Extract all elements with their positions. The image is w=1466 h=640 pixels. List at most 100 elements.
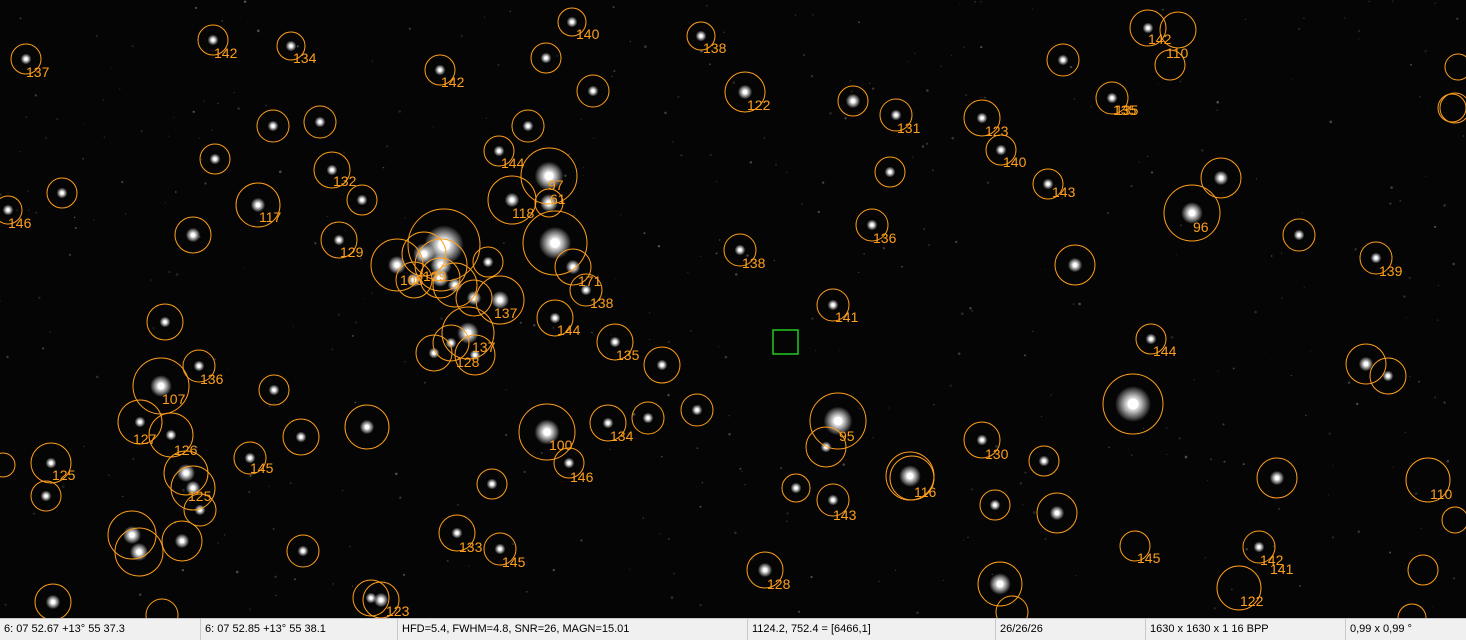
star-core (138, 420, 142, 424)
noise-dot (408, 27, 412, 30)
noise-dot (967, 536, 969, 539)
annotation-label: 61 (550, 191, 566, 207)
star-core (699, 34, 703, 38)
noise-dot (921, 145, 925, 148)
noise-dot (724, 355, 728, 359)
noise-dot (844, 117, 847, 120)
annotation-label: 128 (456, 354, 480, 370)
noise-dot (348, 545, 351, 548)
noise-dot (107, 474, 110, 477)
noise-dot (533, 324, 536, 327)
star-field-canvas[interactable]: 137142 134142140138122131 1231401351421101… (0, 0, 1466, 618)
noise-dot (1433, 225, 1437, 229)
noise-dot (371, 60, 373, 62)
annotation-circle (1439, 92, 1466, 124)
star-core (613, 340, 617, 344)
annotation-circle (1444, 53, 1466, 81)
annotation-label: 129 (340, 244, 364, 260)
star-core (60, 191, 64, 195)
noise-dot (811, 317, 814, 320)
annotation-label: 117 (259, 209, 282, 225)
star-core (831, 498, 835, 502)
star-core (486, 260, 490, 264)
noise-dot (564, 174, 567, 177)
noise-dot (1204, 557, 1206, 559)
annotation-label: 135 (1115, 102, 1139, 118)
noise-dot (398, 110, 401, 113)
noise-dot (527, 154, 529, 156)
noise-dot (1436, 319, 1439, 321)
noise-dot (460, 34, 463, 38)
noise-dot (35, 211, 38, 214)
noise-dot (842, 463, 846, 466)
noise-dot (1391, 0, 1394, 2)
noise-dot (395, 472, 398, 476)
annotation-label: 118 (512, 205, 535, 221)
noise-dot (709, 63, 711, 66)
noise-dot (552, 326, 555, 329)
noise-dot (404, 361, 406, 363)
noise-dot (274, 575, 277, 578)
noise-dot (423, 381, 426, 384)
noise-dot (670, 596, 674, 599)
selection-box[interactable] (772, 329, 799, 355)
noise-dot (614, 277, 617, 280)
noise-dot (980, 46, 983, 49)
noise-dot (19, 17, 22, 20)
star-core (490, 482, 494, 486)
star-core (1297, 233, 1301, 237)
annotation-label: 131 (897, 120, 921, 136)
noise-dot (1222, 423, 1225, 426)
noise-dot (964, 94, 968, 97)
noise-dot (243, 0, 247, 4)
noise-dot (1090, 105, 1093, 108)
noise-dot (119, 88, 121, 90)
noise-dot (872, 87, 875, 90)
noise-dot (709, 154, 712, 156)
annotation-label: 144 (1153, 343, 1177, 359)
annotation-label: 132 (333, 173, 357, 189)
star-core (50, 599, 56, 605)
annotation-label: 133 (459, 539, 483, 555)
noise-dot (1024, 471, 1027, 474)
noise-dot (268, 485, 270, 487)
noise-dot (1255, 178, 1257, 180)
noise-dot (175, 273, 179, 276)
noise-dot (1301, 212, 1304, 214)
noise-dot (1270, 255, 1273, 257)
annotation-circle (1397, 603, 1427, 618)
noise-dot (1390, 186, 1393, 189)
noise-dot (786, 171, 788, 174)
noise-dot (568, 153, 570, 156)
star-core (646, 416, 650, 420)
status-scale: 0,99 x 0,99 ° (1350, 623, 1412, 635)
annotation-label: 127 (133, 431, 157, 447)
noise-dot (216, 102, 219, 105)
noise-dot (1424, 50, 1427, 53)
status-target-coordinates: 6: 07 52.85 +13° 55 38.1 (201, 619, 398, 640)
noise-dot (940, 65, 942, 67)
noise-dot (1437, 284, 1439, 287)
noise-dot (580, 118, 583, 121)
star-field-image[interactable]: 137 142 134 142 140 138 122 131 123 140 135 142 110 1… (0, 0, 1466, 618)
noise-dot (337, 313, 341, 317)
noise-dot (744, 484, 746, 486)
noise-dot (1161, 8, 1165, 11)
noise-dot (112, 543, 114, 546)
noise-dot (642, 517, 645, 520)
noise-dot (611, 75, 613, 78)
star-core (509, 197, 515, 203)
noise-dot (1242, 463, 1245, 466)
noise-dot (700, 255, 702, 257)
annotation-labels: 137142 134142140138122131 1231401351421101… (8, 26, 1453, 618)
noise-dot (1403, 295, 1406, 298)
annotation-label: 130 (985, 446, 1009, 462)
noise-dot (1019, 482, 1023, 485)
noise-dot (923, 228, 926, 230)
noise-dot (1418, 380, 1421, 383)
noise-dot (801, 203, 803, 205)
noise-dot (986, 181, 990, 185)
noise-dot (667, 538, 670, 541)
noise-dot (969, 306, 972, 310)
noise-dot (1420, 527, 1422, 529)
